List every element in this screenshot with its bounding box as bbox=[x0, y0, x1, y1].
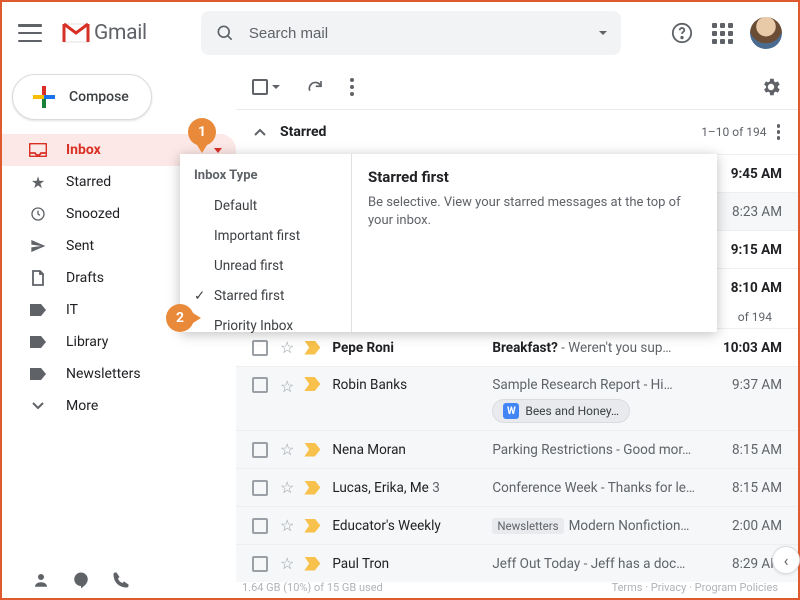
inbox-type-option-important[interactable]: Important first bbox=[180, 221, 351, 251]
section-header-starred[interactable]: Starred 1–10 of 194 bbox=[236, 110, 798, 154]
gear-icon[interactable] bbox=[760, 76, 782, 98]
mail-row[interactable]: ☆Educator's WeeklyNewslettersModern Nonf… bbox=[236, 506, 798, 544]
select-all-checkbox[interactable] bbox=[252, 79, 268, 95]
chevron-down-icon[interactable] bbox=[599, 31, 607, 35]
importance-icon[interactable] bbox=[304, 557, 320, 571]
search-input[interactable] bbox=[247, 24, 595, 43]
inbox-type-option-unread[interactable]: Unread first bbox=[180, 251, 351, 281]
star-icon[interactable]: ☆ bbox=[280, 554, 294, 573]
inbox-type-caret[interactable] bbox=[214, 148, 222, 153]
star-icon[interactable]: ☆ bbox=[280, 440, 294, 459]
inbox-type-option-priority[interactable]: Priority Inbox bbox=[180, 311, 351, 341]
star-icon[interactable]: ☆ bbox=[280, 377, 294, 396]
checkbox[interactable] bbox=[252, 556, 268, 572]
compose-button[interactable]: Compose bbox=[12, 74, 152, 120]
person-icon[interactable] bbox=[32, 571, 50, 589]
label-tag[interactable]: Newsletters bbox=[492, 518, 563, 534]
search-bar[interactable] bbox=[201, 11, 621, 55]
file-icon bbox=[28, 270, 48, 286]
mail-row[interactable]: ☆Paul TronJeff Out Today - Jeff has a do… bbox=[236, 544, 798, 582]
label-icon bbox=[28, 368, 48, 380]
app-name: Gmail bbox=[94, 21, 147, 45]
checkbox[interactable] bbox=[252, 377, 268, 393]
label-icon bbox=[28, 304, 48, 316]
popup-detail-title: Starred first bbox=[368, 168, 701, 186]
header: Gmail bbox=[2, 2, 798, 64]
star-icon[interactable]: ☆ bbox=[280, 516, 294, 535]
send-icon bbox=[28, 238, 48, 254]
toolbar bbox=[236, 64, 798, 110]
importance-icon[interactable] bbox=[304, 481, 320, 495]
bottom-bar bbox=[2, 562, 236, 598]
importance-icon[interactable] bbox=[304, 377, 320, 391]
footer-links[interactable]: Terms · Privacy · Program Policies bbox=[612, 581, 778, 594]
sidebar-item-more[interactable]: More bbox=[2, 390, 236, 422]
popup-detail-body: Be selective. View your starred messages… bbox=[368, 194, 701, 230]
chevron-down-icon[interactable] bbox=[272, 85, 280, 89]
compose-label: Compose bbox=[69, 89, 129, 105]
chevron-up-icon bbox=[254, 128, 266, 136]
star-icon[interactable]: ☆ bbox=[280, 478, 294, 497]
star-icon: ★ bbox=[28, 173, 48, 192]
sidebar-item-newsletters[interactable]: Newsletters bbox=[2, 358, 236, 390]
help-icon[interactable] bbox=[670, 21, 694, 45]
plus-icon bbox=[33, 86, 55, 108]
avatar[interactable] bbox=[750, 17, 782, 49]
inbox-icon bbox=[28, 143, 48, 157]
hangouts-icon[interactable] bbox=[72, 571, 90, 589]
more-icon[interactable] bbox=[350, 78, 354, 96]
phone-icon[interactable] bbox=[112, 571, 130, 589]
checkbox[interactable] bbox=[252, 480, 268, 496]
search-icon bbox=[215, 23, 235, 43]
importance-icon[interactable] bbox=[304, 443, 320, 457]
clock-icon bbox=[28, 206, 48, 222]
checkbox[interactable] bbox=[252, 442, 268, 458]
mail-row[interactable]: ☆Lucas, Erika, Me 3Conference Week - Tha… bbox=[236, 468, 798, 506]
mail-row[interactable]: ☆Robin BanksSample Research Report - Hi…… bbox=[236, 366, 798, 430]
attachment-chip[interactable]: WBees and Honey… bbox=[492, 399, 630, 423]
side-panel-toggle[interactable]: ‹ bbox=[772, 546, 800, 574]
inbox-type-popup: Inbox Type Default Important first Unrea… bbox=[180, 154, 717, 332]
callout-1: 1 bbox=[188, 118, 216, 146]
mail-row[interactable]: ☆Nena MoranParking Restrictions - Good m… bbox=[236, 430, 798, 468]
inbox-type-option-default[interactable]: Default bbox=[180, 191, 351, 221]
inbox-type-option-starred[interactable]: Starred first bbox=[180, 281, 351, 311]
apps-icon[interactable] bbox=[710, 21, 734, 45]
popup-header: Inbox Type bbox=[180, 164, 351, 191]
importance-icon[interactable] bbox=[304, 519, 320, 533]
chevron-down-icon bbox=[28, 402, 48, 410]
label-icon bbox=[28, 336, 48, 348]
more-icon[interactable] bbox=[777, 124, 781, 140]
checkbox[interactable] bbox=[252, 340, 268, 356]
refresh-icon[interactable] bbox=[306, 78, 324, 96]
importance-icon[interactable] bbox=[304, 341, 320, 355]
gmail-logo[interactable]: Gmail bbox=[62, 21, 147, 45]
callout-2: 2 bbox=[166, 304, 194, 332]
storage-text: 1.64 GB (10%) of 15 GB used bbox=[242, 581, 383, 594]
menu-icon[interactable] bbox=[18, 24, 42, 42]
checkbox[interactable] bbox=[252, 518, 268, 534]
